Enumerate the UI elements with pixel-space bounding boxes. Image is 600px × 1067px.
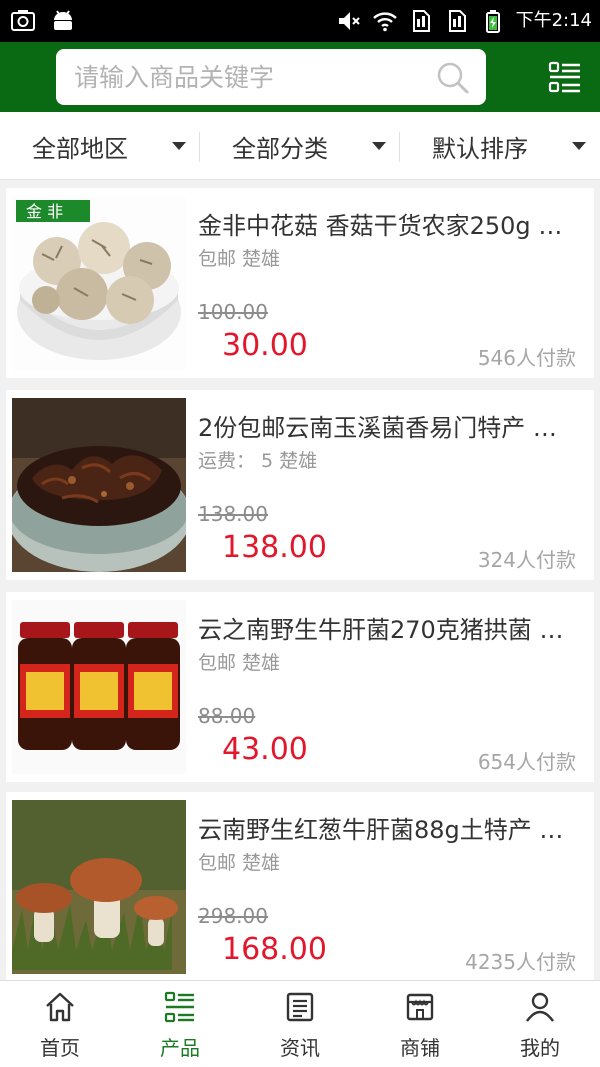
nav-label: 我的 [520,1036,560,1060]
status-time: 下午2:14 [515,10,592,31]
nav-label: 资讯 [280,1036,320,1060]
product-shipping: 运费： 5 楚雄 [198,450,318,472]
product-image-dried-shiitake[interactable]: 金 非 [12,196,186,370]
product-image-mushroom-jars[interactable] [12,600,186,774]
caret-down-icon [572,142,586,150]
filter-category[interactable]: 全部分类 [200,112,400,180]
product-image-fried-mushroom[interactable] [12,398,186,572]
nav-home[interactable]: 首页 [0,981,120,1067]
sim-icon [448,10,466,32]
product-price: 168.00 [222,932,327,967]
filter-bar: 全部地区 全部分类 默认排序 [0,112,600,180]
product-price: 138.00 [222,530,327,565]
nav-label: 首页 [40,1036,80,1060]
mute-icon [338,12,360,30]
bottom-nav: 首页 产品 资讯 商铺 我的 [0,980,600,1067]
battery-icon [485,10,500,33]
product-shipping: 包邮 楚雄 [198,652,281,674]
nav-shops[interactable]: 商铺 [360,981,480,1067]
product-shipping: 包邮 楚雄 [198,852,281,874]
search-icon[interactable] [436,61,470,95]
product-price: 43.00 [222,732,308,767]
category-menu-icon[interactable] [548,60,582,94]
filter-label: 默认排序 [432,134,528,163]
product-sales-count: 324人付款 [477,548,576,572]
product-original-price: 100.00 [198,300,268,324]
status-left-icons [10,8,76,34]
nav-label: 产品 [160,1036,200,1060]
product-price: 30.00 [222,328,308,363]
product-sales-count: 546人付款 [477,346,576,370]
caret-down-icon [372,142,386,150]
nav-label: 商铺 [400,1036,440,1060]
search-input[interactable] [74,49,414,105]
product-image-porcini[interactable] [12,800,186,974]
product-title[interactable]: 2份包邮云南玉溪菌香易门特产 油鸡枞 [198,408,578,443]
nav-products[interactable]: 产品 [120,981,240,1067]
product-title[interactable]: 云南野生红葱牛肝菌88g土特产 干货 [198,810,578,845]
android-icon [54,10,72,30]
search-box [56,49,486,105]
product-card[interactable]: 云之南野生牛肝菌270克猪拱菌 油炸 包邮 楚雄 88.00 43.00 654… [6,592,594,782]
product-list[interactable]: 金 非 金非中花菇 香菇干货农家250g 包邮 包邮 楚雄 100.00 30.… [0,180,600,980]
wifi-icon [372,12,397,32]
product-sales-count: 4235人付款 [465,950,576,974]
product-card[interactable]: 云南野生红葱牛肝菌88g土特产 干货 包邮 楚雄 298.00 168.00 4… [6,792,594,980]
filter-label: 全部分类 [232,134,328,163]
nav-mine[interactable]: 我的 [480,981,600,1067]
caret-down-icon [172,142,186,150]
status-right-icons: 下午2:14 [336,8,592,34]
news-icon [286,992,314,1022]
product-sales-count: 654人付款 [477,750,576,774]
filter-sort[interactable]: 默认排序 [400,112,600,180]
user-icon [526,992,554,1022]
product-title[interactable]: 金非中花菇 香菇干货农家250g 包邮 [198,206,578,241]
product-card[interactable]: 2份包邮云南玉溪菌香易门特产 油鸡枞 运费： 5 楚雄 138.00 138.0… [6,390,594,580]
product-original-price: 298.00 [198,904,268,928]
list-icon [164,991,194,1023]
status-bar: 下午2:14 [0,0,600,42]
product-title[interactable]: 云之南野生牛肝菌270克猪拱菌 油炸 [198,610,578,645]
product-card[interactable]: 金 非 金非中花菇 香菇干货农家250g 包邮 包邮 楚雄 100.00 30.… [6,188,594,378]
product-shipping: 包邮 楚雄 [198,248,281,270]
shop-icon [406,993,434,1021]
home-icon [46,992,74,1022]
svg-text:金 非: 金 非 [26,202,63,221]
sim-icon [412,10,430,32]
filter-region[interactable]: 全部地区 [0,112,200,180]
product-original-price: 88.00 [198,704,256,728]
filter-label: 全部地区 [32,134,128,163]
app-header [0,42,600,112]
screenshot-icon [11,10,35,31]
nav-news[interactable]: 资讯 [240,981,360,1067]
product-original-price: 138.00 [198,502,268,526]
